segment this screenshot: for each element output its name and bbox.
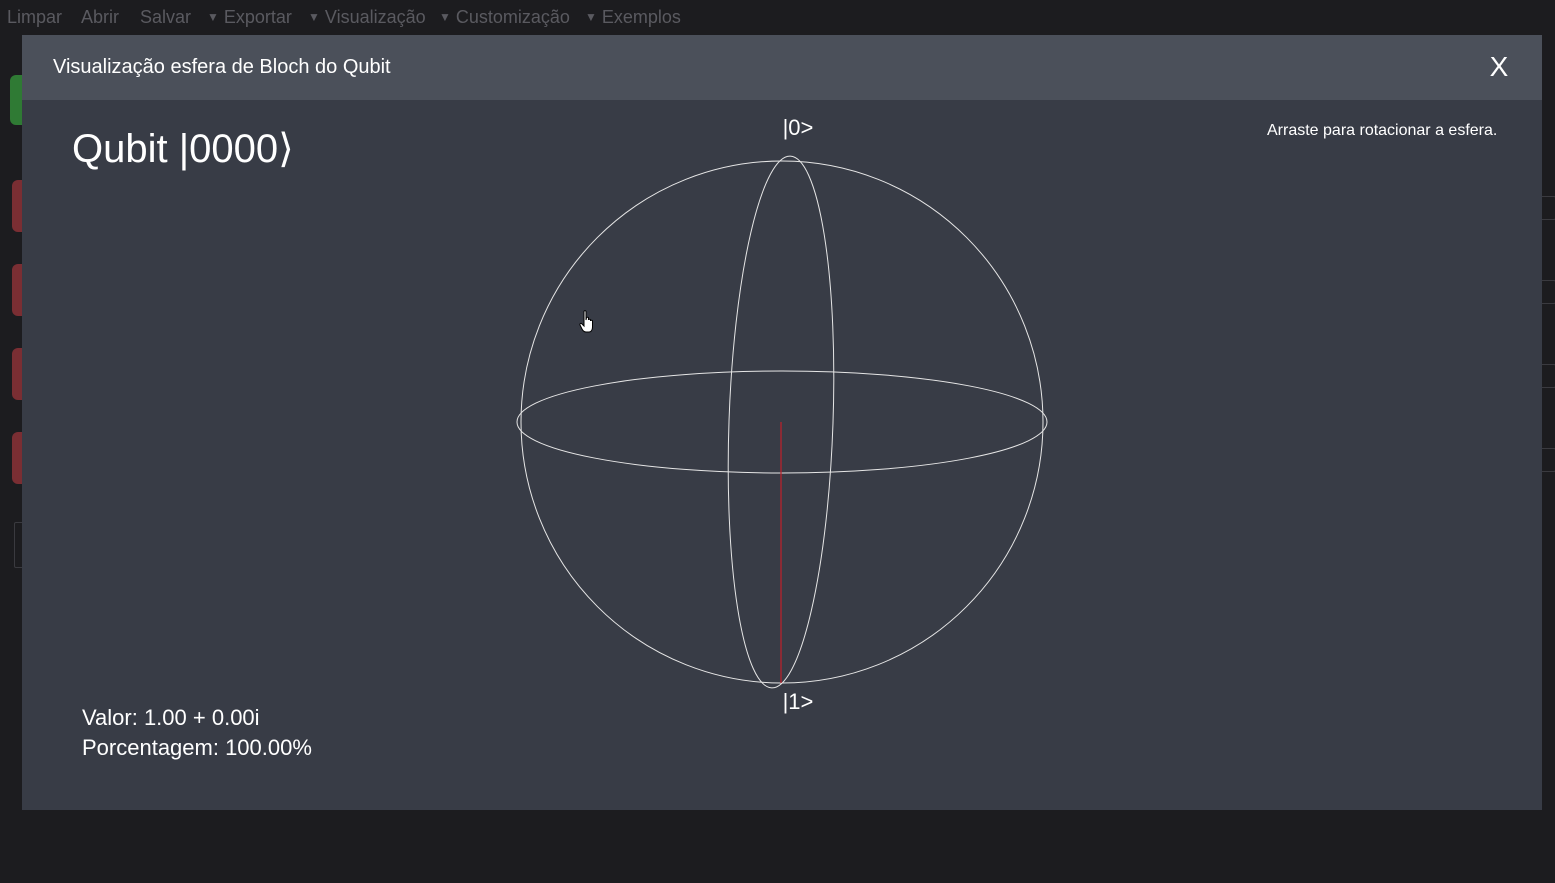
background-slot [1540,364,1555,388]
bloch-sphere-canvas[interactable]: |0> |1> [22,35,1542,810]
menu-item-limpar[interactable]: Limpar [7,7,62,28]
chevron-down-icon: ▼ [308,10,320,24]
percent-text: Porcentagem: 100.00% [82,735,312,760]
menu-item-visualizacao[interactable]: ▼ Visualização [308,7,426,28]
background-slot [1540,196,1555,220]
menu-item-label: Exemplos [601,7,681,27]
hand-pointer-icon [579,310,593,333]
value-text: Valor: 1.00 + 0.00i [82,705,260,730]
state-1-label: |1> [783,689,814,714]
menu-item-label: Exportar [223,7,292,27]
amplitude-info: Valor: 1.00 + 0.00i Porcentagem: 100.00% [82,703,312,763]
menu-bar: Limpar Abrir Salvar ▼ Exportar ▼ Visualiza… [0,0,1555,36]
menu-item-label: Visualização [324,7,426,27]
chevron-down-icon: ▼ [439,10,451,24]
menu-item-exportar[interactable]: ▼ Exportar [207,7,292,28]
menu-item-label: Customização [455,7,570,27]
menu-item-salvar[interactable]: Salvar [140,7,191,28]
sphere-outline [520,160,1044,684]
chevron-down-icon: ▼ [585,10,597,24]
menu-item-abrir[interactable]: Abrir [81,7,119,28]
background-slot [1540,448,1555,472]
sphere-equator [516,370,1048,474]
bloch-sphere-modal: Visualização esfera de Bloch do Qubit X … [22,35,1542,810]
menu-item-customizacao[interactable]: ▼ Customização [439,7,570,28]
background-slot [1540,280,1555,304]
state-0-label: |0> [783,115,814,140]
menu-item-exemplos[interactable]: ▼ Exemplos [585,7,681,28]
chevron-down-icon: ▼ [207,10,219,24]
